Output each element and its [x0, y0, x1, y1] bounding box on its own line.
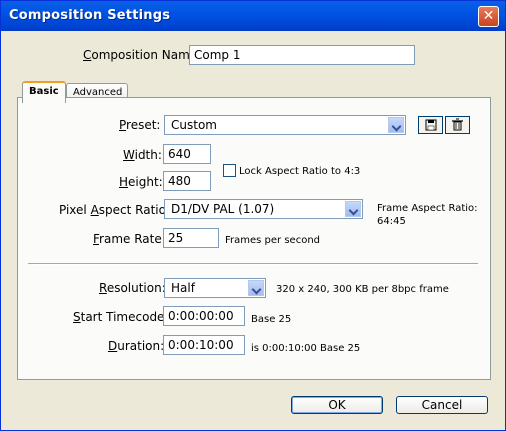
delete-preset-button[interactable]	[445, 116, 470, 134]
comp-name-input[interactable]: Comp 1	[189, 45, 415, 65]
pixel-aspect-value: D1/DV PAL (1.07)	[171, 202, 275, 216]
preset-label: Preset:	[119, 118, 161, 132]
close-button[interactable]: ✕	[478, 6, 499, 27]
start-timecode-input[interactable]: 0:00:00:00	[163, 306, 245, 326]
frame-rate-unit: Frames per second	[225, 235, 320, 246]
frame-rate-input[interactable]: 25	[163, 228, 219, 248]
chevron-down-icon[interactable]	[248, 280, 264, 296]
pixel-aspect-dropdown[interactable]: D1/DV PAL (1.07)	[164, 199, 363, 219]
duration-input[interactable]: 0:00:10:00	[163, 335, 245, 355]
frame-aspect-value: 64:45	[377, 216, 406, 227]
chevron-down-icon[interactable]	[388, 117, 404, 133]
title-bar[interactable]: Composition Settings ✕	[1, 1, 505, 31]
preset-dropdown[interactable]: Custom	[164, 115, 406, 135]
chevron-down-icon[interactable]	[345, 201, 361, 217]
duration-label: Duration:	[108, 339, 165, 353]
lock-aspect-label: Lock Aspect Ratio to 4:3	[239, 166, 361, 177]
frame-rate-label: Frame Rate:	[93, 232, 166, 246]
height-label: Height:	[119, 175, 163, 189]
resolution-label: Resolution:	[99, 281, 166, 295]
resolution-info: 320 x 240, 300 KB per 8bpc frame	[276, 284, 449, 295]
window-title: Composition Settings	[9, 8, 171, 23]
resolution-dropdown[interactable]: Half	[164, 278, 266, 298]
start-timecode-info: Base 25	[251, 314, 292, 325]
save-icon	[425, 119, 437, 131]
ok-button[interactable]: OK	[291, 396, 383, 414]
save-preset-button[interactable]	[418, 116, 443, 134]
pixel-aspect-label: Pixel Aspect Ratio:	[59, 203, 171, 217]
height-input[interactable]: 480	[163, 171, 211, 191]
close-icon: ✕	[482, 8, 495, 24]
comp-name-label: Composition Name:	[83, 48, 202, 62]
lock-aspect-checkbox[interactable]	[223, 164, 236, 177]
width-label: Width:	[123, 148, 162, 162]
frame-aspect-label: Frame Aspect Ratio:	[377, 203, 478, 214]
tab-basic[interactable]: Basic	[22, 81, 66, 103]
trash-icon	[452, 118, 463, 131]
preset-value: Custom	[171, 118, 217, 132]
width-input[interactable]: 640	[163, 144, 211, 164]
cancel-button[interactable]: Cancel	[396, 396, 488, 414]
resolution-value: Half	[171, 281, 195, 295]
section-divider	[28, 263, 478, 265]
composition-settings-dialog: Composition Settings ✕ Composition Name:…	[0, 0, 506, 431]
duration-info: is 0:00:10:00 Base 25	[251, 343, 361, 354]
start-timecode-label: Start Timecode:	[73, 310, 169, 324]
